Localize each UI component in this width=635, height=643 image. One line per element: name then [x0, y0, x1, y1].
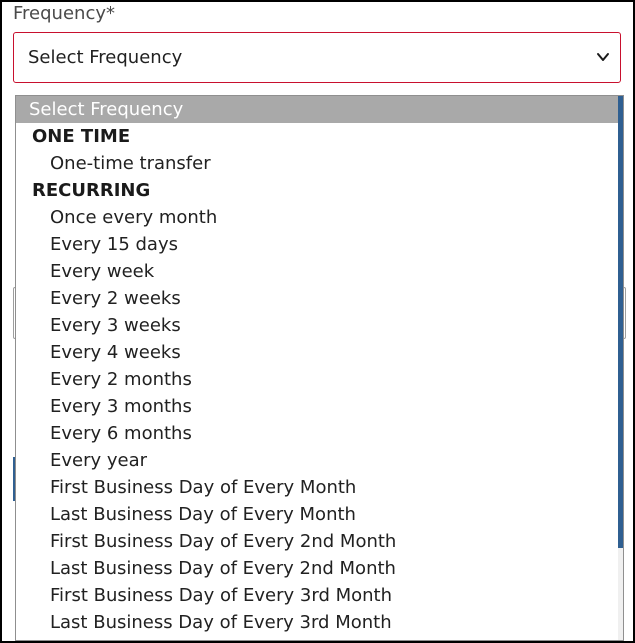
dropdown-option[interactable]: Every 15 days — [16, 231, 618, 258]
dropdown-option[interactable]: Every 6 months — [16, 420, 618, 447]
option-list: Select Frequency ONE TIME One-time transf… — [16, 96, 618, 636]
chevron-down-icon[interactable] — [596, 50, 610, 64]
dropdown-option[interactable]: Last Business Day of Every Month — [16, 501, 618, 528]
option-group-label: RECURRING — [32, 180, 151, 201]
frequency-select[interactable]: Select Frequency — [13, 32, 621, 83]
dropdown-option[interactable]: Every 3 weeks — [16, 312, 618, 339]
frequency-dropdown-list[interactable]: Select Frequency ONE TIME One-time transf… — [15, 95, 624, 641]
dropdown-option[interactable]: First Business Day of Every 2nd Month — [16, 528, 618, 555]
form-panel: Frequency* Select Frequency Select Frequ… — [0, 0, 635, 643]
dropdown-option[interactable]: Every 2 months — [16, 366, 618, 393]
scrollbar-track[interactable] — [618, 96, 623, 640]
dropdown-option[interactable]: One-time transfer — [16, 150, 618, 177]
dropdown-option[interactable]: Last Business Day of Every 2nd Month — [16, 555, 618, 582]
dropdown-option[interactable]: Once every month — [16, 204, 618, 231]
option-placeholder[interactable]: Select Frequency — [16, 96, 618, 123]
dropdown-option[interactable]: Every 4 weeks — [16, 339, 618, 366]
frequency-label: Frequency* — [13, 3, 115, 24]
dropdown-option[interactable]: Every week — [16, 258, 618, 285]
scrollbar-thumb[interactable] — [618, 96, 623, 548]
dropdown-option[interactable]: Every 2 weeks — [16, 285, 618, 312]
dropdown-option[interactable]: First Business Day of Every Month — [16, 474, 618, 501]
frequency-select-value: Select Frequency — [28, 47, 183, 68]
dropdown-option[interactable]: Every year — [16, 447, 618, 474]
option-group-label: ONE TIME — [32, 126, 131, 147]
dropdown-option[interactable]: Every 3 months — [16, 393, 618, 420]
dropdown-option[interactable]: First Business Day of Every 3rd Month — [16, 582, 618, 609]
dropdown-option[interactable]: Last Business Day of Every 3rd Month — [16, 609, 618, 636]
